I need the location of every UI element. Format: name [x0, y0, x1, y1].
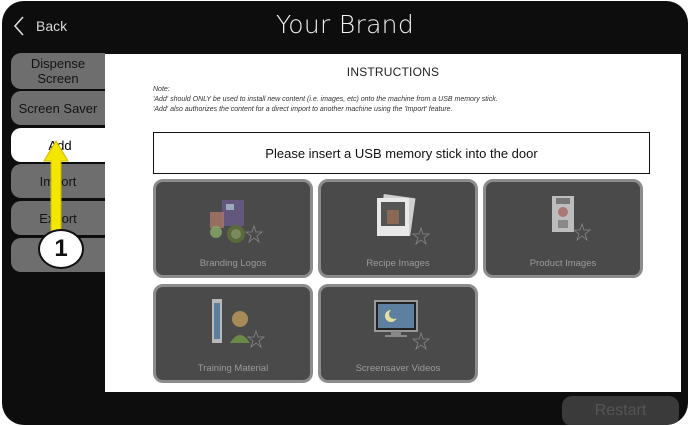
tile-branding-logos[interactable]: Branding Logos — [153, 179, 313, 278]
note-line: 'Add' also authorizes the content for a … — [153, 106, 453, 113]
restart-label: Restart — [594, 402, 647, 419]
tab-dispense-screen[interactable]: Dispense Screen — [11, 53, 105, 89]
note-text: Note: 'Add' should ONLY be used to insta… — [153, 85, 498, 115]
tile-label: Product Images — [529, 258, 597, 269]
page-title: Your Brand — [276, 10, 414, 39]
tile-product-images[interactable]: Product Images — [483, 179, 643, 278]
tab-label: Screen Saver — [18, 100, 98, 116]
header-bar: Back Your Brand — [2, 1, 688, 51]
instructions-heading: INSTRUCTIONS — [346, 65, 440, 79]
usb-prompt-text: Please insert a USB memory stick into th… — [265, 145, 538, 161]
branding-logos-icon — [210, 200, 264, 244]
tile-screensaver-videos[interactable]: Screensaver Videos — [318, 284, 478, 383]
device-screen: Back Your Brand Dispense Screen Screen S… — [2, 1, 688, 425]
recipe-images-icon — [377, 193, 431, 246]
content-panel: INSTRUCTIONS Note: 'Add' should ONLY be … — [105, 54, 681, 392]
tile-label: Screensaver Videos — [355, 363, 441, 374]
tile-label: Branding Logos — [199, 258, 267, 269]
step-callout: 1 — [38, 229, 84, 269]
tab-label: Screen — [37, 71, 79, 86]
note-line: 'Add' should ONLY be used to install new… — [153, 96, 498, 103]
restart-button[interactable]: Restart — [562, 396, 679, 425]
product-images-icon — [552, 196, 592, 242]
step-number: 1 — [54, 235, 68, 262]
tile-training-material[interactable]: Training Material — [153, 284, 313, 383]
tile-label: Recipe Images — [366, 258, 430, 269]
tab-label: Dispense — [30, 56, 86, 71]
tile-label: Training Material — [197, 363, 269, 374]
note-title: Note: — [153, 86, 170, 93]
up-arrow-icon — [43, 140, 69, 232]
screensaver-videos-icon — [374, 300, 431, 351]
tile-recipe-images[interactable]: Recipe Images — [318, 179, 478, 278]
training-material-icon — [212, 299, 266, 349]
tab-screen-saver[interactable]: Screen Saver — [11, 91, 105, 125]
usb-prompt-box: Please insert a USB memory stick into th… — [153, 132, 650, 174]
